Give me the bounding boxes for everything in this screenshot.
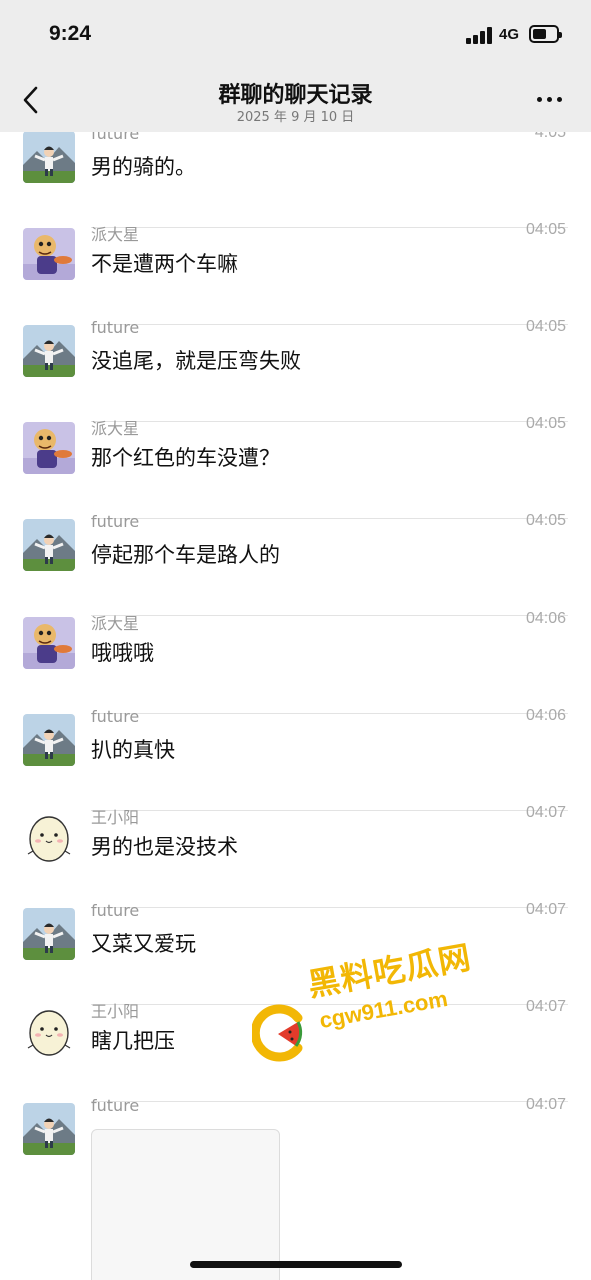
divider	[91, 615, 568, 616]
message-time: 04:06	[525, 610, 566, 627]
sender-name: 派大星	[91, 614, 140, 633]
message-text[interactable]: 停起那个车是路人的	[91, 539, 280, 569]
page-title: 群聊的聊天记录	[218, 83, 373, 108]
message-time: 04:07	[525, 901, 566, 918]
sender-name: future	[91, 901, 140, 920]
message-row[interactable]: 派大星 04:06 哦哦哦	[0, 610, 591, 714]
message-row[interactable]: 派大星 04:05 不是遭两个车嘛	[0, 221, 591, 325]
future-avatar[interactable]	[23, 519, 75, 571]
image-message[interactable]	[91, 1129, 280, 1280]
message-text[interactable]: 不是遭两个车嘛	[91, 248, 238, 278]
message-text[interactable]: 男的骑的。	[91, 151, 196, 181]
message-row[interactable]: future 4:05 男的骑的。	[0, 124, 591, 228]
sender-name: future	[91, 512, 140, 531]
paidaxing-avatar[interactable]	[23, 617, 75, 669]
sender-name: future	[91, 318, 140, 337]
message-time: 04:07	[525, 804, 566, 821]
message-time: 04:05	[525, 318, 566, 335]
more-options-icon[interactable]	[534, 93, 566, 107]
message-list[interactable]: future 4:05 男的骑的。 派大星 04:05 不是遭两个车嘛 futu…	[0, 0, 591, 1280]
message-text[interactable]: 扒的真快	[91, 734, 175, 764]
sender-name: 王小阳	[91, 1002, 140, 1021]
message-row[interactable]: future 04:06 扒的真快	[0, 707, 591, 811]
future-avatar[interactable]	[23, 1103, 75, 1155]
message-text[interactable]: 男的也是没技术	[91, 831, 238, 861]
future-avatar[interactable]	[23, 131, 75, 183]
top-bar: 9:24 4G 群聊的聊天记录 2025 年 9 月 10 日	[0, 0, 591, 132]
message-time: 04:05	[525, 512, 566, 529]
future-avatar[interactable]	[23, 325, 75, 377]
page-date: 2025 年 9 月 10 日	[236, 110, 355, 125]
message-text[interactable]: 瞎几把压	[91, 1025, 175, 1055]
wangxiaoyang-avatar[interactable]	[23, 1005, 75, 1057]
sender-name: 派大星	[91, 225, 140, 244]
future-avatar[interactable]	[23, 714, 75, 766]
paidaxing-avatar[interactable]	[23, 422, 75, 474]
message-text[interactable]: 没追尾，就是压弯失败	[91, 345, 301, 375]
message-row[interactable]: 派大星 04:05 那个红色的车没遭？	[0, 415, 591, 519]
message-text[interactable]: 哦哦哦	[91, 637, 154, 667]
future-avatar[interactable]	[23, 908, 75, 960]
watermark: 黑料吃瓜网 cgw911.com	[252, 938, 482, 1075]
sender-name: future	[91, 1096, 140, 1115]
message-time: 04:07	[525, 998, 566, 1015]
paidaxing-avatar[interactable]	[23, 228, 75, 280]
message-row[interactable]: future 04:05 没追尾，就是压弯失败	[0, 318, 591, 422]
home-indicator[interactable]	[190, 1261, 402, 1268]
watermelon-logo-icon	[252, 1004, 303, 1062]
sender-name: 派大星	[91, 419, 140, 438]
message-time: 04:07	[525, 1096, 566, 1113]
message-time: 04:06	[525, 707, 566, 724]
message-time: 04:05	[525, 415, 566, 432]
message-time: 04:05	[525, 221, 566, 238]
status-time: 9:24	[49, 22, 92, 45]
message-row[interactable]: 王小阳 04:07 男的也是没技术	[0, 804, 591, 908]
sender-name: 王小阳	[91, 808, 140, 827]
network-type: 4G	[499, 26, 520, 43]
signal-icon	[466, 27, 494, 44]
chat-history-screen: future 4:05 男的骑的。 派大星 04:05 不是遭两个车嘛 futu…	[0, 0, 591, 1280]
battery-icon	[529, 25, 562, 43]
sender-name: future	[91, 707, 140, 726]
message-text[interactable]: 那个红色的车没遭？	[91, 442, 280, 472]
divider	[91, 1101, 568, 1102]
wangxiaoyang-avatar[interactable]	[23, 811, 75, 863]
message-text[interactable]: 又菜又爱玩	[91, 928, 196, 958]
message-row[interactable]: future 04:07	[0, 1096, 591, 1200]
message-row[interactable]: future 04:05 停起那个车是路人的	[0, 512, 591, 616]
